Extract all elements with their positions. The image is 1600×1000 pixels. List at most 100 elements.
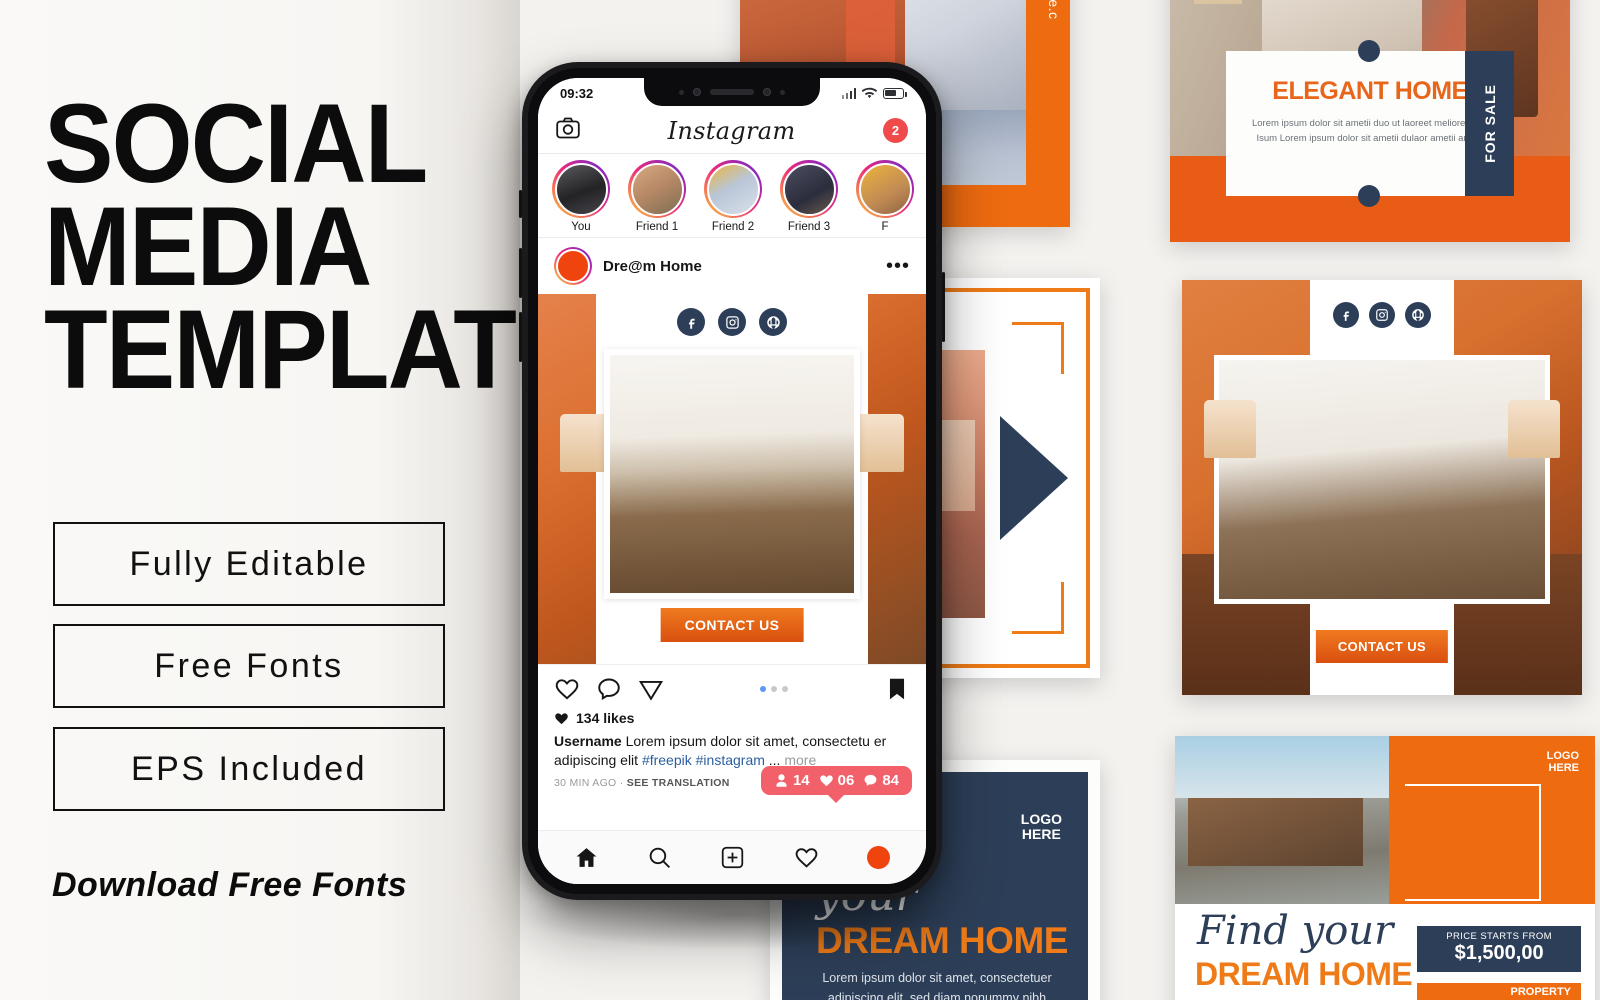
headline-line-1: SOCIAL xyxy=(44,81,428,206)
building-shape xyxy=(1187,797,1364,866)
left-info-panel: SOCIAL MEDIA TEMPLATE Fully Editable Fre… xyxy=(0,0,585,1000)
globe-icon[interactable] xyxy=(1405,302,1431,328)
story-item[interactable]: Friend 2 xyxy=(702,160,764,233)
story-ring xyxy=(780,160,838,218)
phone-silent-switch[interactable] xyxy=(519,190,522,218)
story-label: Friend 1 xyxy=(635,221,679,233)
battery-icon xyxy=(883,87,907,99)
story-ring xyxy=(628,160,686,218)
followers-count: 14 xyxy=(792,772,810,790)
comment-icon[interactable] xyxy=(596,676,622,702)
bookmark-icon[interactable] xyxy=(884,676,910,702)
pager-dot xyxy=(782,686,788,692)
post-contact-button[interactable]: CONTACT US xyxy=(660,608,804,642)
meta-separator: · xyxy=(616,777,627,790)
wifi-icon xyxy=(861,87,878,98)
heart-icon[interactable] xyxy=(794,845,819,870)
likes-count: 134 likes xyxy=(576,710,635,726)
phone-screen: 09:32 Instagram 2 You Friend 1 Friend 2 … xyxy=(538,78,926,884)
logo-here-navy: LOGO HERE xyxy=(1020,811,1062,843)
avatar xyxy=(630,162,684,216)
notification-badge[interactable]: 2 xyxy=(883,118,908,143)
post-social-icons xyxy=(538,308,926,336)
instagram-header: Instagram 2 xyxy=(538,108,926,154)
avatar xyxy=(858,162,912,216)
download-free-fonts-link[interactable]: Download Free Fonts xyxy=(52,866,407,905)
carousel-pager xyxy=(680,686,868,692)
card-bedroom-contact[interactable]: CONTACT US xyxy=(1182,280,1582,695)
status-indicators xyxy=(841,87,907,100)
logo-line-2: HERE xyxy=(1548,762,1579,775)
phone-power-button[interactable] xyxy=(942,272,945,342)
avatar xyxy=(782,162,836,216)
stories-row[interactable]: You Friend 1 Friend 2 Friend 3 F xyxy=(538,154,926,238)
engagement-likes: 06 xyxy=(819,772,854,789)
post-actions xyxy=(538,664,926,708)
home-icon[interactable] xyxy=(574,845,599,870)
card-find-dream-home[interactable]: LOGO HERE Find your DREAM HOME Lorem ips… xyxy=(1175,736,1595,1000)
property-tag: PROPERTY FOR SALE xyxy=(1417,983,1581,1000)
card-elegant-body: Lorem ipsum dolor sit ametii duo ut laor… xyxy=(1251,118,1488,144)
pager-dot-active xyxy=(760,686,766,692)
instagram-icon[interactable] xyxy=(718,308,746,336)
pager-dot xyxy=(771,686,777,692)
phone-notch xyxy=(644,78,820,106)
headline-line-2: MEDIA xyxy=(44,184,372,310)
post-username[interactable]: Dre@m Home xyxy=(603,258,875,275)
feature-box-fully-editable: Fully Editable xyxy=(53,522,445,606)
story-label: You xyxy=(571,221,591,233)
card-elegant-home[interactable]: ELEGANT HOME Lorem ipsum dolor sit ameti… xyxy=(1170,0,1570,242)
phone-volume-up[interactable] xyxy=(519,248,522,298)
building-photo xyxy=(1175,736,1390,907)
facebook-icon[interactable] xyxy=(1333,302,1359,328)
camera-icon[interactable] xyxy=(556,117,580,144)
bottom-tab-bar xyxy=(538,830,926,884)
see-translation-link[interactable]: SEE TRANSLATION xyxy=(627,777,730,789)
corner-bracket-top-right xyxy=(1012,322,1064,374)
post-avatar[interactable] xyxy=(554,247,592,285)
notch-ambient-sensor xyxy=(780,89,785,95)
for-sale-ribbon: FOR SALE xyxy=(1465,50,1514,196)
post-media[interactable]: CONTACT US xyxy=(538,294,926,664)
comment-bubble-icon xyxy=(864,774,877,786)
engagement-tooltip: 14 06 84 xyxy=(760,766,912,796)
feature-label: Free Fonts xyxy=(154,646,344,685)
price-value: $1,500,00 xyxy=(1454,942,1544,964)
find-card-bottom: Find your DREAM HOME Lorem ipsum dolor s… xyxy=(1175,904,1595,1000)
caption-username[interactable]: Username xyxy=(554,733,622,749)
sky-shape xyxy=(1175,736,1390,798)
story-label: Friend 3 xyxy=(787,221,831,233)
notch-speaker xyxy=(710,89,754,95)
story-item[interactable]: Friend 1 xyxy=(626,160,688,233)
instagram-icon[interactable] xyxy=(1369,302,1395,328)
time-ago-value: 30 MIN AGO xyxy=(554,777,617,790)
poster-root: HOME Lorem ipsum dolor sit amet, consect… xyxy=(0,0,1600,1000)
post-menu-icon[interactable]: ••• xyxy=(886,256,910,276)
story-item[interactable]: F xyxy=(854,160,916,233)
globe-icon[interactable] xyxy=(759,308,787,336)
story-item[interactable]: You xyxy=(550,160,612,233)
search-icon[interactable] xyxy=(647,845,672,870)
card-bedroom-cta[interactable]: CONTACT US xyxy=(1315,630,1449,663)
add-post-icon[interactable] xyxy=(720,845,745,870)
feature-box-eps-included: EPS Included xyxy=(53,727,445,811)
story-item[interactable]: Friend 3 xyxy=(778,160,840,233)
phone-mockup: 09:32 Instagram 2 You Friend 1 Friend 2 … xyxy=(519,62,945,900)
facebook-icon[interactable] xyxy=(677,308,705,336)
card-navy-body: Lorem ipsum dolor sit amet, consectetuer… xyxy=(822,971,1052,1000)
like-icon[interactable] xyxy=(554,676,580,702)
post-bed-photo xyxy=(603,349,861,599)
notch-proximity-sensor xyxy=(763,88,771,96)
avatar xyxy=(706,162,760,216)
heart-filled-icon xyxy=(555,712,568,724)
post-meta-row: 30 MIN AGO · SEE TRANSLATION 14 06 84 xyxy=(538,766,926,796)
right-lamp xyxy=(1508,400,1560,458)
likes-row: 134 likes xyxy=(538,708,926,726)
phone-volume-down[interactable] xyxy=(519,312,522,362)
share-icon[interactable] xyxy=(638,676,664,702)
card-find-title: DREAM HOME xyxy=(1195,956,1413,992)
caption-hashtags[interactable]: #freepik #instagram xyxy=(642,752,765,768)
social-icons-row xyxy=(1310,302,1454,328)
profile-avatar[interactable] xyxy=(866,846,890,869)
story-ring xyxy=(704,160,762,218)
